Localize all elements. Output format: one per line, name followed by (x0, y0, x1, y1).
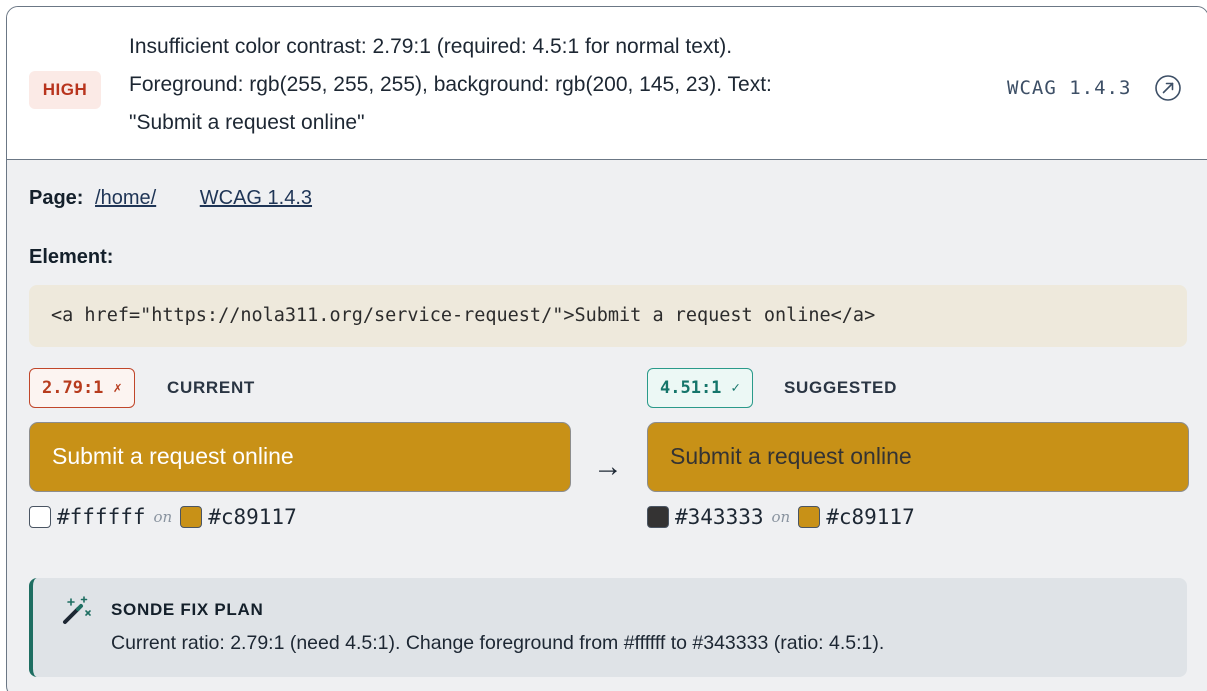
arrow-right-icon: → (593, 450, 623, 483)
current-color-pair: #ffffff on #c89117 (29, 505, 297, 529)
foreground-hex: #343333 (675, 505, 764, 529)
current-label: CURRENT (167, 378, 256, 397)
issue-summary[interactable]: HIGH Insufficient color contrast: 2.79:1… (7, 7, 1207, 160)
suggested-label: SUGGESTED (784, 378, 898, 397)
fail-icon: ✗ (113, 380, 122, 396)
background-swatch (798, 506, 821, 528)
on-separator: on (153, 508, 173, 526)
background-hex: #c89117 (208, 505, 297, 529)
fix-plan-panel: SONDE FIX PLAN Current ratio: 2.79:1 (ne… (29, 578, 1187, 677)
issue-message-line: Insufficient color contrast: 2.79:1 (req… (129, 35, 733, 58)
current-ratio-value: 2.79:1 (42, 378, 104, 398)
current-ratio-pill: 2.79:1 ✗ (29, 368, 135, 408)
suggested-color-pair: #343333 on #c89117 (647, 505, 915, 529)
fix-plan-text: Current ratio: 2.79:1 (need 4.5:1). Chan… (111, 632, 885, 654)
page-link[interactable]: /home/ (95, 187, 156, 209)
element-label: Element: (29, 246, 114, 268)
page-info: Page: /home/ WCAG 1.4.3 (29, 187, 312, 210)
issue-message-line: "Submit a request online" (129, 111, 365, 134)
background-hex: #c89117 (826, 505, 915, 529)
suggested-ratio-pill: 4.51:1 ✓ (647, 368, 753, 408)
foreground-swatch (647, 506, 669, 528)
page-label: Page: (29, 187, 84, 209)
suggested-ratio-value: 4.51:1 (660, 378, 722, 398)
current-preview: Submit a request online (29, 422, 571, 492)
foreground-hex: #ffffff (57, 505, 146, 529)
magic-wand-icon (63, 596, 91, 624)
element-code-snippet: <a href="https://nola311.org/service-req… (29, 285, 1187, 347)
issue-message: Insufficient color contrast: 2.79:1 (req… (129, 28, 929, 142)
wcag-link[interactable]: WCAG 1.4.3 (200, 187, 312, 209)
foreground-swatch (29, 506, 51, 528)
issue-card: HIGH Insufficient color contrast: 2.79:1… (6, 6, 1207, 691)
pass-icon: ✓ (731, 380, 740, 396)
on-separator: on (771, 508, 791, 526)
external-link-icon[interactable] (1153, 73, 1183, 103)
severity-badge: HIGH (29, 71, 101, 109)
suggested-preview: Submit a request online (647, 422, 1189, 492)
background-swatch (180, 506, 203, 528)
issue-message-line: Foreground: rgb(255, 255, 255), backgrou… (129, 73, 772, 96)
fix-plan-title: SONDE FIX PLAN (111, 600, 264, 619)
wcag-criterion-tag: WCAG 1.4.3 (1007, 77, 1132, 99)
